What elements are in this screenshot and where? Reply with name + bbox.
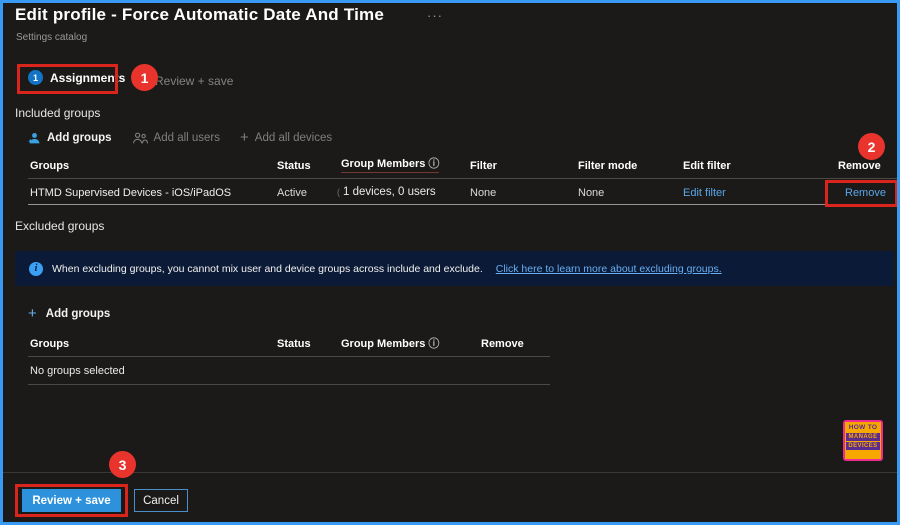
footer-divider <box>3 472 897 473</box>
excluded-add-groups-label: Add groups <box>45 308 111 320</box>
col-remove: Remove <box>481 338 524 350</box>
remove-link[interactable]: Remove <box>845 187 886 199</box>
group-members-cell: 1 devices, 0 users <box>337 186 436 198</box>
empty-state-text: No groups selected <box>30 365 125 377</box>
add-groups-label: Add groups <box>47 132 112 144</box>
edit-profile-blade: Edit profile - Force Automatic Date And … <box>0 0 900 525</box>
cancel-button[interactable]: Cancel <box>134 489 188 512</box>
htmd-logo: HOW TO MANAGE DEVICES <box>843 420 883 461</box>
status-cell: Active <box>277 187 307 199</box>
htmd-logo-line2: MANAGE <box>846 433 880 441</box>
learn-more-link[interactable]: Click here to learn more about excluding… <box>496 263 722 275</box>
col-group-members: Group Members ⓘ <box>341 338 439 350</box>
edit-filter-link[interactable]: Edit filter <box>683 187 726 199</box>
included-groups-toolbar: Add groups Add all users + Add all devic… <box>28 128 332 148</box>
info-icon[interactable]: ⓘ <box>428 339 439 350</box>
col-group-members-label: Group Members <box>341 158 426 170</box>
page-subtitle: Settings catalog <box>16 32 88 43</box>
page-title: Edit profile - Force Automatic Date And … <box>15 5 384 24</box>
people-icon <box>132 132 148 145</box>
col-group-members-label: Group Members <box>341 338 426 350</box>
plus-icon: + <box>240 129 249 146</box>
group-name-cell: HTMD Supervised Devices - iOS/iPadOS <box>30 187 232 199</box>
table-divider <box>28 384 550 385</box>
info-icon[interactable]: ⓘ <box>428 159 439 170</box>
excluded-groups-heading: Excluded groups <box>15 219 105 233</box>
col-status: Status <box>277 160 311 172</box>
info-banner-text: When excluding groups, you cannot mix us… <box>52 262 483 275</box>
htmd-logo-line3: DEVICES <box>846 442 880 450</box>
col-groups: Groups <box>30 338 70 350</box>
step-number-icon: 1 <box>28 70 43 85</box>
filter-mode-cell: None <box>578 187 605 199</box>
person-add-icon <box>28 132 41 145</box>
col-groups: Groups <box>30 160 70 172</box>
add-all-devices-label: Add all devices <box>254 132 333 144</box>
tab-assignments[interactable]: 1 Assignments <box>28 70 125 85</box>
htmd-logo-inner: HOW TO MANAGE DEVICES <box>845 422 881 459</box>
annotation-step-3: 3 <box>109 451 136 478</box>
info-banner-icon: i <box>29 261 43 276</box>
excluded-add-groups-button[interactable]: + Add groups <box>28 305 111 322</box>
col-status: Status <box>277 338 311 350</box>
tab-assignments-label: Assignments <box>50 70 126 85</box>
col-filter: Filter <box>470 160 497 172</box>
add-all-devices-button[interactable]: + Add all devices <box>240 129 333 146</box>
annotation-step-1: 1 <box>131 64 158 91</box>
review-save-button[interactable]: Review + save <box>22 489 121 512</box>
tab-review-save[interactable]: Review + save <box>155 74 233 88</box>
table-divider <box>28 356 550 357</box>
table-divider <box>28 178 897 179</box>
add-groups-button[interactable]: Add groups <box>28 132 112 145</box>
add-all-users-label: Add all users <box>153 132 221 144</box>
col-filter-mode: Filter mode <box>578 160 638 172</box>
filter-cell: None <box>470 187 497 199</box>
col-group-members: Group Members ⓘ <box>341 158 440 173</box>
annotation-step-2: 2 <box>858 133 885 160</box>
table-row-divider <box>28 204 897 205</box>
included-groups-heading: Included groups <box>15 106 101 120</box>
htmd-logo-line1: HOW TO <box>848 424 878 431</box>
add-all-users-button[interactable]: Add all users <box>132 132 220 145</box>
more-options-button[interactable]: ··· <box>427 8 443 23</box>
col-edit-filter: Edit filter <box>683 160 731 172</box>
col-remove: Remove <box>838 160 881 172</box>
info-banner: i When excluding groups, you cannot mix … <box>15 251 894 286</box>
plus-icon: + <box>28 305 37 322</box>
